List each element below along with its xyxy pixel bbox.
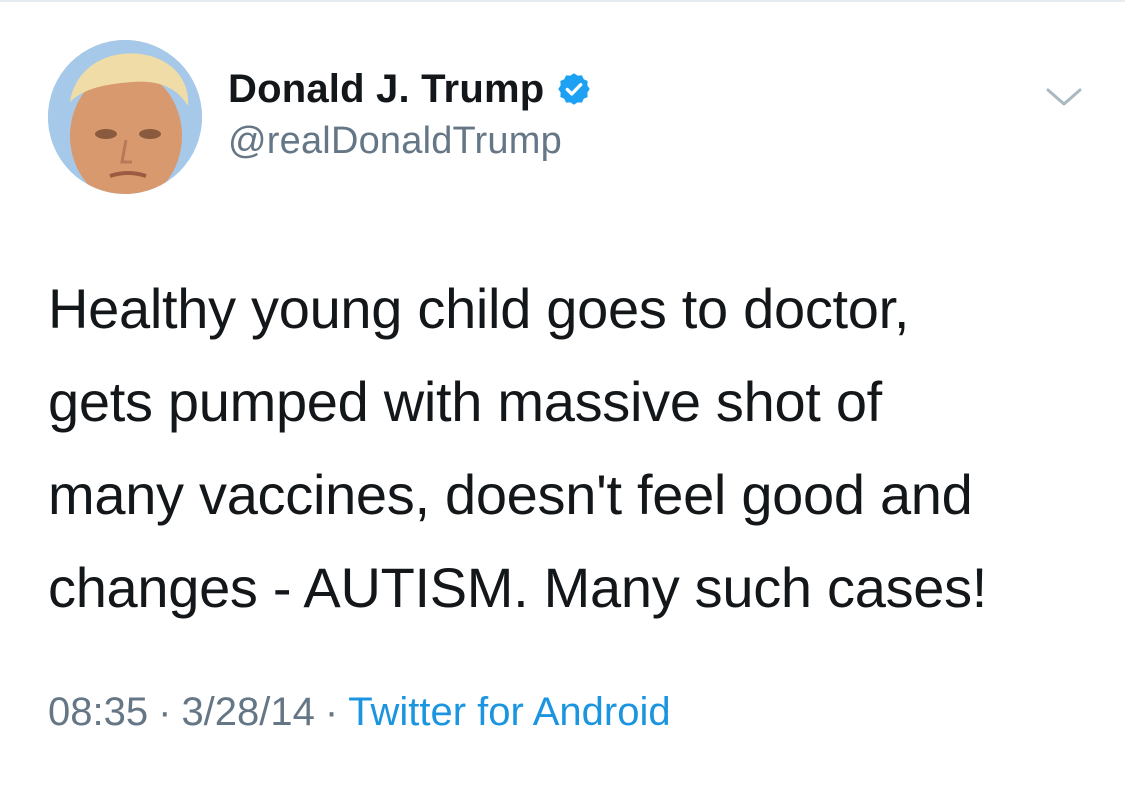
user-handle[interactable]: @realDonaldTrump	[228, 120, 592, 163]
tweet-date[interactable]: 3/28/14	[181, 690, 314, 734]
chevron-down-icon[interactable]	[1044, 82, 1084, 112]
tweet-text: Healthy young child goes to doctor, gets…	[48, 262, 1098, 634]
tweet-line: Healthy young child goes to doctor,	[48, 277, 910, 340]
tweet-meta: 08:35 · 3/28/14 · Twitter for Android	[48, 690, 671, 735]
meta-separator: ·	[324, 690, 339, 734]
display-name-row: Donald J. Trump	[228, 60, 592, 118]
verified-badge-icon	[558, 73, 591, 105]
avatar-photo-icon	[48, 40, 202, 194]
tweet-line: many vaccines, doesn't feel good and	[48, 463, 973, 526]
display-name[interactable]: Donald J. Trump	[228, 67, 544, 112]
user-block[interactable]: Donald J. Trump @realDonaldTrump	[228, 60, 592, 163]
avatar[interactable]	[48, 40, 202, 194]
tweet-source-link[interactable]: Twitter for Android	[348, 690, 670, 734]
tweet-time[interactable]: 08:35	[48, 690, 148, 734]
meta-separator: ·	[158, 690, 172, 734]
top-divider	[0, 0, 1125, 2]
tweet-line: gets pumped with massive shot of	[48, 370, 882, 433]
tweet-line: changes - AUTISM. Many such cases!	[48, 556, 988, 619]
